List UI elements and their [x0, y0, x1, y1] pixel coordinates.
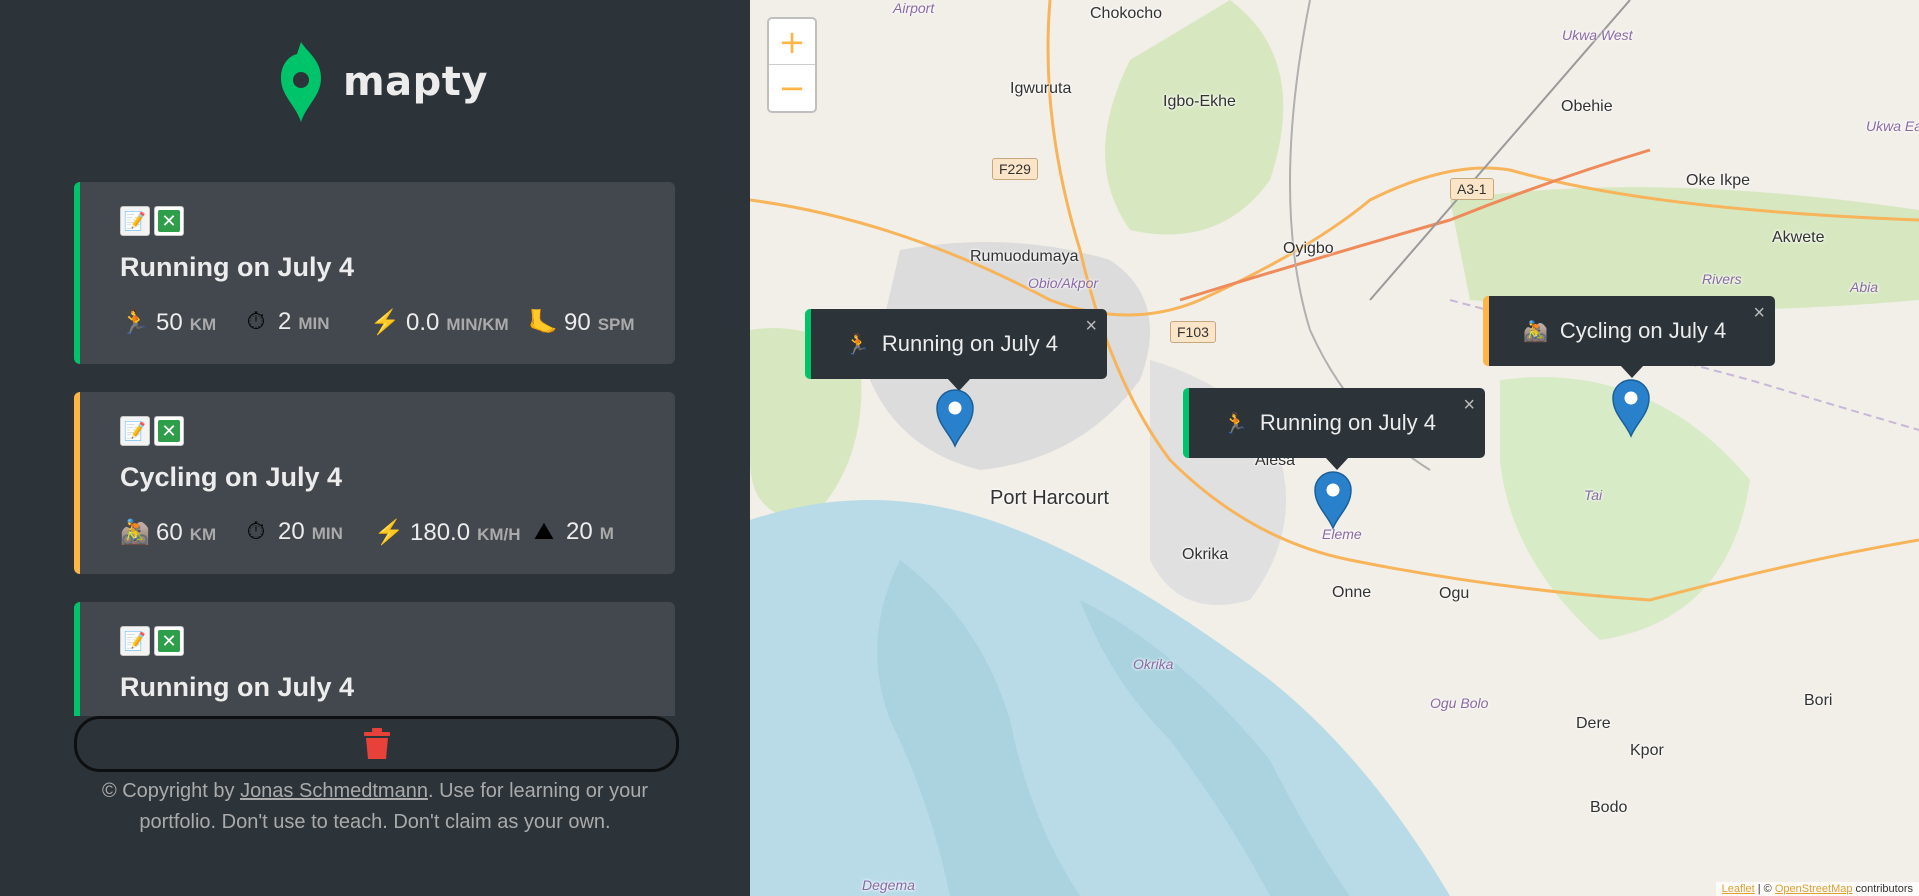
running-icon: 🏃	[1223, 412, 1248, 435]
place-label: Igbo-Ekhe	[1163, 93, 1236, 110]
delete-workout-button[interactable]: ✕	[154, 206, 184, 236]
place-label: Oke Ikpe	[1686, 172, 1751, 189]
workout-title: Running on July 4	[120, 252, 354, 282]
edit-workout-button[interactable]: 📝	[120, 626, 150, 656]
workout-distance: 🏃 50 km	[120, 309, 217, 336]
map-pin-logo-icon	[281, 42, 321, 122]
stopwatch-icon: ⏱	[246, 308, 266, 335]
running-icon: 🏃	[120, 309, 150, 336]
footprint-icon: 🦶	[528, 309, 558, 336]
map-marker-icon[interactable]	[1611, 378, 1651, 438]
place-label: Rivers	[1702, 271, 1742, 287]
delete-all-workouts-button[interactable]	[74, 716, 679, 772]
place-label: Chokocho	[1090, 5, 1163, 22]
lightning-icon: ⚡	[374, 519, 404, 546]
place-label: Ogu	[1439, 585, 1470, 602]
zoom-in-button[interactable]: +	[769, 19, 815, 65]
place-label: Ukwa Ea	[1866, 118, 1919, 134]
workout-distance: 🚵 60 km	[120, 519, 217, 546]
edit-workout-button[interactable]: 📝	[120, 206, 150, 236]
close-icon: ✕	[158, 210, 180, 232]
workout-item-cycling[interactable]: 📝 ✕ Cycling on July 4 🚵 60 km ⏱ 20 min ⚡…	[74, 392, 675, 574]
workout-item-running[interactable]: 📝 ✕ Running on July 4 🏃 50 km ⏱ 2 min ⚡ …	[74, 182, 675, 364]
place-label: Onne	[1332, 584, 1372, 601]
place-label: Okrika	[1133, 656, 1174, 672]
osm-link[interactable]: OpenStreetMap	[1775, 883, 1853, 895]
road-shield: F103	[1170, 321, 1216, 343]
place-label: Kpor	[1630, 742, 1664, 759]
close-popup-button[interactable]: ×	[1753, 302, 1765, 325]
place-label: Tai	[1584, 487, 1603, 503]
workout-elevation: ⛰ 20 m	[530, 518, 614, 546]
map-marker-icon[interactable]	[1313, 470, 1353, 530]
map-attribution: Leaflet | © OpenStreetMap contributors	[1715, 882, 1919, 896]
workout-list: 📝 ✕ Running on July 4 🏃 50 km ⏱ 2 min ⚡ …	[74, 182, 675, 716]
workout-item-running[interactable]: 📝 ✕ Running on July 4	[74, 602, 675, 716]
workout-duration: ⏱ 2 min	[242, 308, 330, 336]
place-label: Ukwa West	[1562, 27, 1633, 43]
road-shield: A3-1	[1450, 178, 1494, 200]
place-label: Oyigbo	[1283, 240, 1334, 257]
workout-popup[interactable]: 🏃 Running on July 4 ×	[1183, 388, 1485, 470]
workout-speed: ⚡ 180.0 km/h	[374, 519, 521, 546]
edit-workout-button[interactable]: 📝	[120, 416, 150, 446]
place-label: Bodo	[1590, 799, 1628, 816]
copyright-text: © Copyright by Jonas Schmedtmann. Use fo…	[101, 780, 649, 833]
place-label: Bori	[1804, 692, 1833, 709]
zoom-out-button[interactable]: −	[769, 65, 815, 110]
leaflet-link[interactable]: Leaflet	[1722, 883, 1755, 895]
place-label: Degema	[862, 877, 915, 893]
trash-icon	[363, 728, 390, 759]
edit-icon: 📝	[123, 630, 147, 651]
workout-duration: ⏱ 20 min	[242, 518, 343, 546]
delete-workout-button[interactable]: ✕	[154, 416, 184, 446]
place-label: Igwuruta	[1010, 80, 1072, 97]
mountain-icon: ⛰	[533, 518, 555, 545]
workout-title: Running on July 4	[120, 672, 354, 702]
delete-workout-button[interactable]: ✕	[154, 626, 184, 656]
workout-cadence: 🦶 90 spm	[528, 309, 635, 336]
author-link[interactable]: Jonas Schmedtmann	[240, 780, 428, 802]
place-label: Obehie	[1561, 98, 1613, 115]
place-label: Akwete	[1772, 229, 1825, 246]
place-label: Port Harcourt	[990, 487, 1109, 509]
road-shield: F229	[992, 158, 1038, 180]
cycling-icon: 🚵	[120, 519, 150, 546]
cycling-icon: 🚵	[1523, 320, 1548, 343]
place-label: Airport	[893, 0, 935, 16]
workout-pace: ⚡ 0.0 min/km	[370, 309, 509, 336]
map[interactable]: + − Airport Chokocho Igwuruta Igbo-Ekhe …	[750, 0, 1919, 896]
place-label: Dere	[1576, 715, 1611, 732]
lightning-icon: ⚡	[370, 309, 400, 336]
edit-icon: 📝	[123, 210, 147, 231]
map-marker-icon[interactable]	[935, 388, 975, 448]
close-popup-button[interactable]: ×	[1085, 315, 1097, 338]
workout-popup[interactable]: 🚵 Cycling on July 4 ×	[1483, 296, 1775, 378]
workout-popup[interactable]: 🏃 Running on July 4 ×	[805, 309, 1107, 391]
app-name: mapty	[343, 59, 488, 105]
close-popup-button[interactable]: ×	[1463, 394, 1475, 417]
place-label: Ogu Bolo	[1430, 695, 1489, 711]
place-label: Abia	[1850, 279, 1879, 295]
place-label: Okrika	[1182, 546, 1229, 563]
logo: mapty	[277, 42, 488, 122]
place-label: Rumuodumaya	[970, 248, 1079, 265]
workout-title: Cycling on July 4	[120, 462, 343, 492]
edit-icon: 📝	[123, 420, 147, 441]
running-icon: 🏃	[845, 333, 870, 356]
close-icon: ✕	[158, 630, 180, 652]
close-icon: ✕	[158, 420, 180, 442]
sidebar: mapty 📝 ✕ Running on July 4 🏃 50 km ⏱ 2 …	[0, 0, 750, 896]
zoom-control: + −	[767, 17, 817, 113]
stopwatch-icon: ⏱	[246, 518, 266, 545]
place-label: Obio/Akpor	[1028, 275, 1099, 291]
